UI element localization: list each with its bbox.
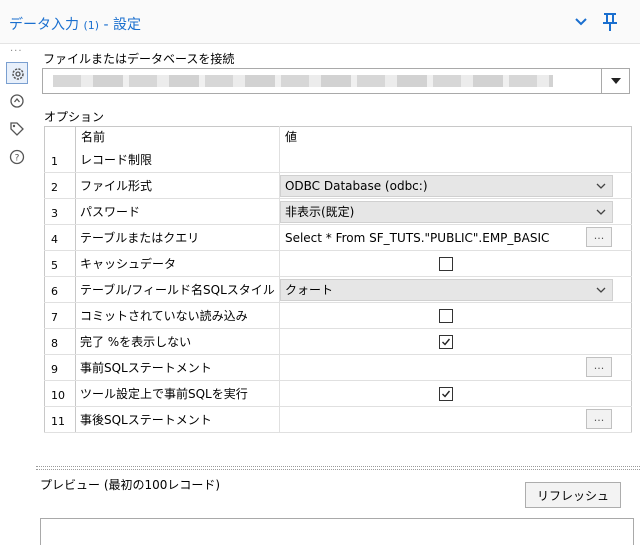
- preview-label: プレビュー (最初の100レコード): [40, 478, 221, 492]
- window-title: データ入力 (1) - 設定: [9, 14, 141, 34]
- connection-string-redacted: [53, 75, 553, 87]
- grid-corner: [44, 126, 76, 147]
- option-checkbox[interactable]: [438, 387, 453, 401]
- options-label: オプション: [44, 110, 105, 124]
- row-number: 11: [44, 406, 76, 433]
- target-icon: [10, 94, 24, 108]
- option-value-cell[interactable]: ...: [279, 354, 632, 381]
- option-value-cell[interactable]: [279, 302, 632, 329]
- select-value: ODBC Database (odbc:): [284, 179, 428, 193]
- table-row: 5 キャッシュデータ: [44, 250, 632, 277]
- grid-header-row: 名前 値: [44, 126, 632, 147]
- table-row: 9 事前SQLステートメント...: [44, 354, 632, 381]
- table-row: 11 事後SQLステートメント...: [44, 406, 632, 433]
- panel-splitter[interactable]: [36, 466, 640, 470]
- option-value-cell[interactable]: 非表示(既定): [279, 198, 632, 225]
- option-name: 事後SQLステートメント: [75, 406, 280, 433]
- gear-icon: [12, 68, 24, 80]
- refresh-button[interactable]: リフレッシュ: [525, 482, 621, 508]
- sidebar-item-annotation[interactable]: [6, 90, 28, 112]
- option-name: パスワード: [75, 198, 280, 225]
- table-row: 3 パスワード 非表示(既定): [44, 198, 632, 225]
- option-value-cell[interactable]: [279, 328, 632, 355]
- chevron-down-icon: [596, 183, 606, 189]
- chevron-down-icon: [596, 209, 606, 215]
- option-checkbox[interactable]: [438, 257, 453, 271]
- table-row: 7 コミットされていない読み込み: [44, 302, 632, 329]
- chevron-down-icon[interactable]: [574, 16, 588, 28]
- sidebar-item-help[interactable]: ?: [6, 146, 28, 168]
- row-number: 10: [44, 380, 76, 407]
- option-name: ファイル形式: [75, 172, 280, 199]
- row-number: 7: [44, 302, 76, 329]
- row-number: 8: [44, 328, 76, 355]
- help-icon: ?: [9, 149, 25, 165]
- header-value: 値: [284, 130, 297, 145]
- option-name: キャッシュデータ: [75, 250, 280, 277]
- config-panel: ファイルまたはデータベースを接続 オプション 名前 値 1 レコード制限 2 ファイル…: [36, 44, 640, 545]
- row-number: 9: [44, 354, 76, 381]
- chevron-down-icon: [596, 287, 606, 293]
- ellipsis-button[interactable]: ...: [585, 227, 612, 247]
- option-checkbox[interactable]: [438, 309, 453, 323]
- option-name: コミットされていない読み込み: [75, 302, 280, 329]
- check-icon: [441, 390, 450, 398]
- option-checkbox[interactable]: [438, 335, 453, 349]
- option-name: ツール設定上で事前SQLを実行: [75, 380, 280, 407]
- row-number: 6: [44, 276, 76, 303]
- table-row: 4 テーブルまたはクエリ Select * From SF_TUTS."PUBLIC…: [44, 224, 632, 251]
- grip-dots-icon[interactable]: ···: [10, 46, 23, 57]
- svg-text:?: ?: [15, 154, 20, 164]
- table-row: 8 完了 %を表示しない: [44, 328, 632, 355]
- option-text-value[interactable]: Select * From SF_TUTS."PUBLIC".EMP_BASIC: [285, 231, 581, 245]
- sidebar-item-config[interactable]: [6, 62, 28, 84]
- option-name: 事前SQLステートメント: [75, 354, 280, 381]
- tag-icon: [10, 122, 24, 136]
- title-bar: データ入力 (1) - 設定: [0, 0, 640, 44]
- table-row: 1 レコード制限: [44, 146, 632, 173]
- row-number: 3: [44, 198, 76, 225]
- option-value-cell[interactable]: [279, 146, 632, 173]
- option-select[interactable]: クォート: [279, 279, 613, 301]
- pin-icon[interactable]: [601, 12, 619, 32]
- row-number: 4: [44, 224, 76, 251]
- option-value-cell[interactable]: クォート: [279, 276, 632, 303]
- title-suffix: - 設定: [99, 17, 141, 33]
- row-number: 1: [44, 146, 76, 173]
- options-grid: 名前 値 1 レコード制限 2 ファイル形式 ODBC Database (odbc:)…: [44, 126, 632, 433]
- sidebar-item-tag[interactable]: [6, 118, 28, 140]
- ellipsis-button[interactable]: ...: [585, 409, 612, 429]
- option-value-cell[interactable]: Select * From SF_TUTS."PUBLIC".EMP_BASIC…: [279, 224, 632, 251]
- row-number: 5: [44, 250, 76, 277]
- select-value: 非表示(既定): [284, 205, 355, 219]
- title-text: データ入力: [9, 17, 79, 33]
- option-select[interactable]: 非表示(既定): [279, 201, 613, 223]
- table-row: 6 テーブル/フィールド名SQLスタイル クォート: [44, 276, 632, 303]
- ellipsis-button[interactable]: ...: [585, 357, 612, 377]
- option-select[interactable]: ODBC Database (odbc:): [279, 175, 613, 197]
- option-name: テーブルまたはクエリ: [75, 224, 280, 251]
- table-row: 2 ファイル形式 ODBC Database (odbc:): [44, 172, 632, 199]
- option-value-cell[interactable]: [279, 380, 632, 407]
- caret-down-icon: [611, 78, 621, 84]
- option-name: レコード制限: [75, 146, 280, 173]
- check-icon: [441, 338, 450, 346]
- select-value: クォート: [284, 283, 333, 297]
- option-name: 完了 %を表示しない: [75, 328, 280, 355]
- option-value-cell[interactable]: ...: [279, 406, 632, 433]
- table-row: 10 ツール設定上で事前SQLを実行: [44, 380, 632, 407]
- option-value-cell[interactable]: ODBC Database (odbc:): [279, 172, 632, 199]
- connection-dropdown-button[interactable]: [601, 69, 629, 93]
- title-number: (1): [83, 19, 100, 32]
- header-name: 名前: [75, 126, 280, 147]
- option-value-cell[interactable]: [279, 250, 632, 277]
- row-number: 2: [44, 172, 76, 199]
- connection-label: ファイルまたはデータベースを接続: [43, 52, 235, 66]
- sidebar: ··· ?: [0, 44, 36, 545]
- preview-area: [40, 518, 634, 545]
- option-name: テーブル/フィールド名SQLスタイル: [75, 276, 280, 303]
- connection-field[interactable]: [42, 68, 630, 94]
